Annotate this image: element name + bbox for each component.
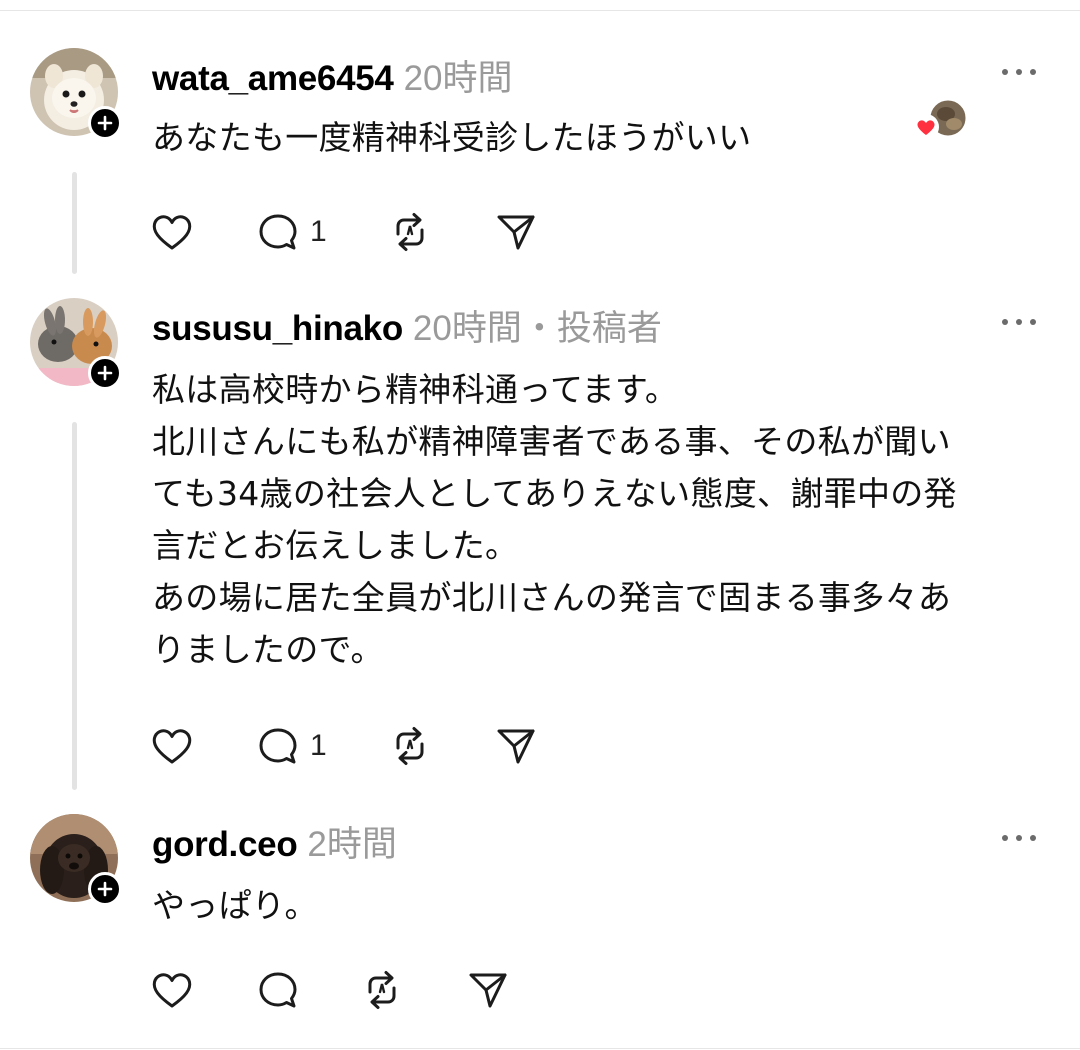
follow-plus-icon[interactable] bbox=[88, 872, 122, 906]
like-button[interactable] bbox=[150, 724, 194, 768]
send-icon bbox=[497, 729, 535, 764]
comment-icon bbox=[259, 214, 297, 250]
more-icon[interactable] bbox=[996, 62, 1042, 82]
top-divider bbox=[0, 10, 1080, 11]
post-text: 私は高校時から精神科通ってます。 北川さんにも私が精神障害者である事、その私が聞… bbox=[152, 364, 1052, 676]
reply-button[interactable]: 1 bbox=[256, 724, 327, 768]
post-text-line: りましたので。 bbox=[152, 630, 384, 669]
bottom-divider bbox=[0, 1048, 1080, 1049]
post-text-line: 北川さんにも私が精神障害者である事、その私が聞い bbox=[152, 422, 951, 461]
send-icon bbox=[497, 215, 535, 250]
like-button[interactable] bbox=[150, 210, 194, 254]
avatar-container[interactable] bbox=[30, 48, 122, 140]
repost-button[interactable] bbox=[388, 210, 432, 254]
post-header: gord.ceo 2時間 bbox=[152, 816, 397, 864]
follow-plus-icon[interactable] bbox=[88, 356, 122, 390]
heart-icon bbox=[152, 973, 192, 1008]
post-text: やっぱり。 bbox=[152, 886, 318, 925]
repost-icon bbox=[368, 971, 396, 1009]
post-text-line: ても34歳の社会人としてありえない態度、謝罪中の発 bbox=[152, 474, 957, 513]
repost-button[interactable] bbox=[360, 968, 404, 1012]
post-header: wata_ame6454 20時間 bbox=[152, 50, 513, 98]
reply-count: 1 bbox=[310, 729, 327, 762]
timestamp-author: 20時間・投稿者 bbox=[412, 309, 662, 348]
share-button[interactable] bbox=[494, 724, 538, 768]
more-icon[interactable] bbox=[996, 312, 1042, 332]
post-text-line: 言だとお伝えしました。 bbox=[152, 526, 519, 565]
share-button[interactable] bbox=[494, 210, 538, 254]
avatar-container[interactable] bbox=[30, 298, 122, 390]
like-button[interactable] bbox=[150, 968, 194, 1012]
share-button[interactable] bbox=[466, 968, 510, 1012]
timestamp: 20時間 bbox=[403, 59, 513, 98]
repost-icon bbox=[396, 727, 424, 765]
reply-button[interactable] bbox=[256, 968, 310, 1012]
comment-icon bbox=[259, 972, 297, 1008]
repost-icon bbox=[396, 213, 424, 251]
reply-button[interactable]: 1 bbox=[256, 210, 327, 254]
thread-line bbox=[72, 172, 77, 274]
post-text-line: 私は高校時から精神科通ってます。 bbox=[152, 370, 679, 409]
post-text-line: あの場に居た全員が北川さんの発言で固まる事多々あ bbox=[152, 578, 952, 617]
repost-button[interactable] bbox=[388, 724, 432, 768]
username[interactable]: wata_ame6454 bbox=[152, 59, 394, 99]
timestamp: 2時間 bbox=[307, 825, 397, 864]
avatar-container[interactable] bbox=[30, 814, 122, 906]
post-header: sususu_hinako 20時間・投稿者 bbox=[152, 300, 662, 348]
more-icon[interactable] bbox=[996, 828, 1042, 848]
username[interactable]: sususu_hinako bbox=[152, 309, 403, 349]
comment-icon bbox=[259, 728, 297, 764]
thread-line bbox=[72, 422, 77, 790]
send-icon bbox=[469, 973, 507, 1008]
follow-plus-icon[interactable] bbox=[88, 106, 122, 140]
reply-count: 1 bbox=[310, 215, 327, 248]
heart-icon bbox=[152, 729, 192, 764]
heart-icon bbox=[152, 215, 192, 250]
username[interactable]: gord.ceo bbox=[152, 825, 298, 865]
post-text: あなたも一度精神科受診したほうがいい bbox=[152, 118, 752, 157]
